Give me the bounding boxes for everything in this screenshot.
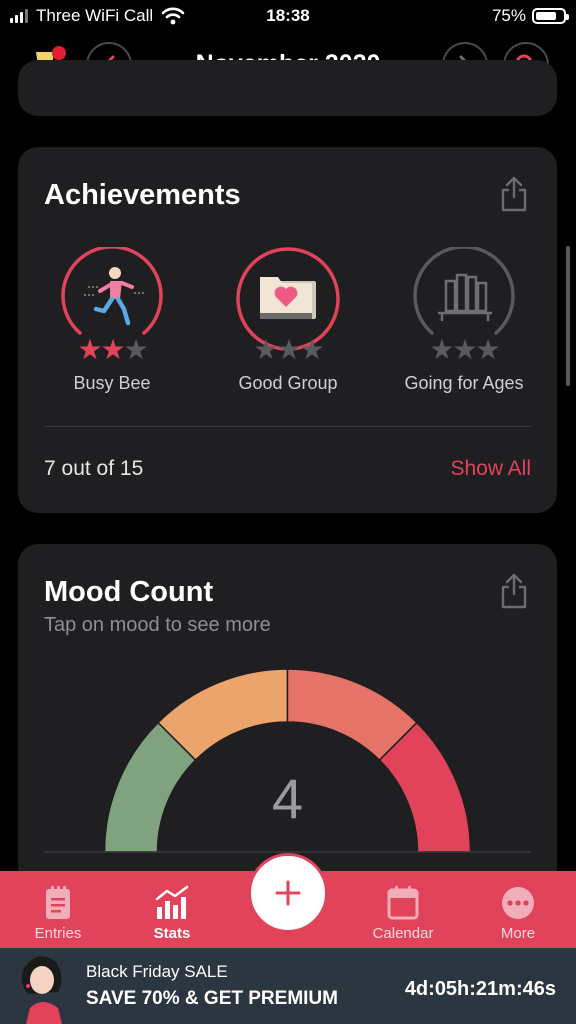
star-icon: ★ xyxy=(253,334,278,365)
more-icon xyxy=(502,887,534,919)
badge-going-for-ages[interactable]: ★★★ Going for Ages xyxy=(404,245,524,393)
tab-entries[interactable]: Entries xyxy=(8,871,108,948)
status-bar: Three WiFi Call 18:38 75% xyxy=(0,0,576,32)
tab-stats[interactable]: Stats xyxy=(122,871,222,948)
star-icon: ★ xyxy=(77,334,102,365)
star-icon: ★ xyxy=(429,334,454,365)
runner-icon xyxy=(84,267,146,326)
mood-total: 4 xyxy=(271,767,304,830)
share-icon[interactable] xyxy=(499,572,529,610)
star-icon: ★ xyxy=(123,334,149,365)
entries-icon xyxy=(46,886,70,919)
tab-calendar[interactable]: Calendar xyxy=(353,871,453,948)
badge-good-group[interactable]: ★★★ Good Group xyxy=(228,247,348,393)
add-entry-button[interactable] xyxy=(248,853,328,933)
mood-count-title: Mood Count xyxy=(44,576,214,608)
badge-label: Going for Ages xyxy=(404,373,524,393)
star-icon: ★ xyxy=(452,334,477,365)
promo-countdown: 4d:05h:21m:46s xyxy=(404,978,556,1000)
scrollbar[interactable] xyxy=(566,246,570,386)
achievements-title: Achievements xyxy=(44,179,241,211)
badge-busy-bee[interactable]: ★★★ Busy Bee xyxy=(52,245,172,393)
promo-offer: SAVE 70% & GET PREMIUM xyxy=(86,988,338,1009)
badge-label: Busy Bee xyxy=(73,373,151,393)
star-rating: ★★★ xyxy=(404,333,524,366)
achievements-count: 7 out of 15 xyxy=(44,457,144,480)
books-icon xyxy=(438,273,492,321)
mood-count-subtitle: Tap on mood to see more xyxy=(44,614,271,636)
stats-icon xyxy=(155,885,189,919)
tab-label: Stats xyxy=(153,925,191,942)
star-icon: ★ xyxy=(475,334,501,365)
previous-card xyxy=(18,60,557,116)
battery-percent: 75% xyxy=(491,6,526,25)
promo-girl-illustration xyxy=(21,956,62,1024)
promo-title: Black Friday SALE xyxy=(86,962,228,981)
achievements-card: Achievements ★★★ Busy Bee ★★★ Good Group… xyxy=(18,147,557,513)
promo-banner[interactable]: Black Friday SALE SAVE 70% & GET PREMIUM… xyxy=(0,948,576,1024)
tab-more[interactable]: More xyxy=(468,871,568,948)
calendar-icon xyxy=(387,886,419,920)
badge-label: Good Group xyxy=(238,373,338,393)
tab-label: Entries xyxy=(34,925,82,942)
star-rating: ★★★ xyxy=(52,333,172,366)
plus-icon xyxy=(275,880,301,906)
show-all-link[interactable]: Show All xyxy=(450,457,531,481)
divider xyxy=(44,426,531,427)
star-icon: ★ xyxy=(100,334,125,365)
share-icon[interactable] xyxy=(499,175,529,213)
star-icon: ★ xyxy=(276,334,301,365)
mood-gauge[interactable] xyxy=(18,654,557,864)
battery-icon xyxy=(532,8,569,24)
tab-label: Calendar xyxy=(372,925,434,942)
clock: 18:38 xyxy=(266,6,310,25)
heart-folder-icon xyxy=(260,277,316,319)
star-rating: ★★★ xyxy=(228,333,348,366)
tab-label: More xyxy=(500,925,536,942)
star-icon: ★ xyxy=(299,334,325,365)
